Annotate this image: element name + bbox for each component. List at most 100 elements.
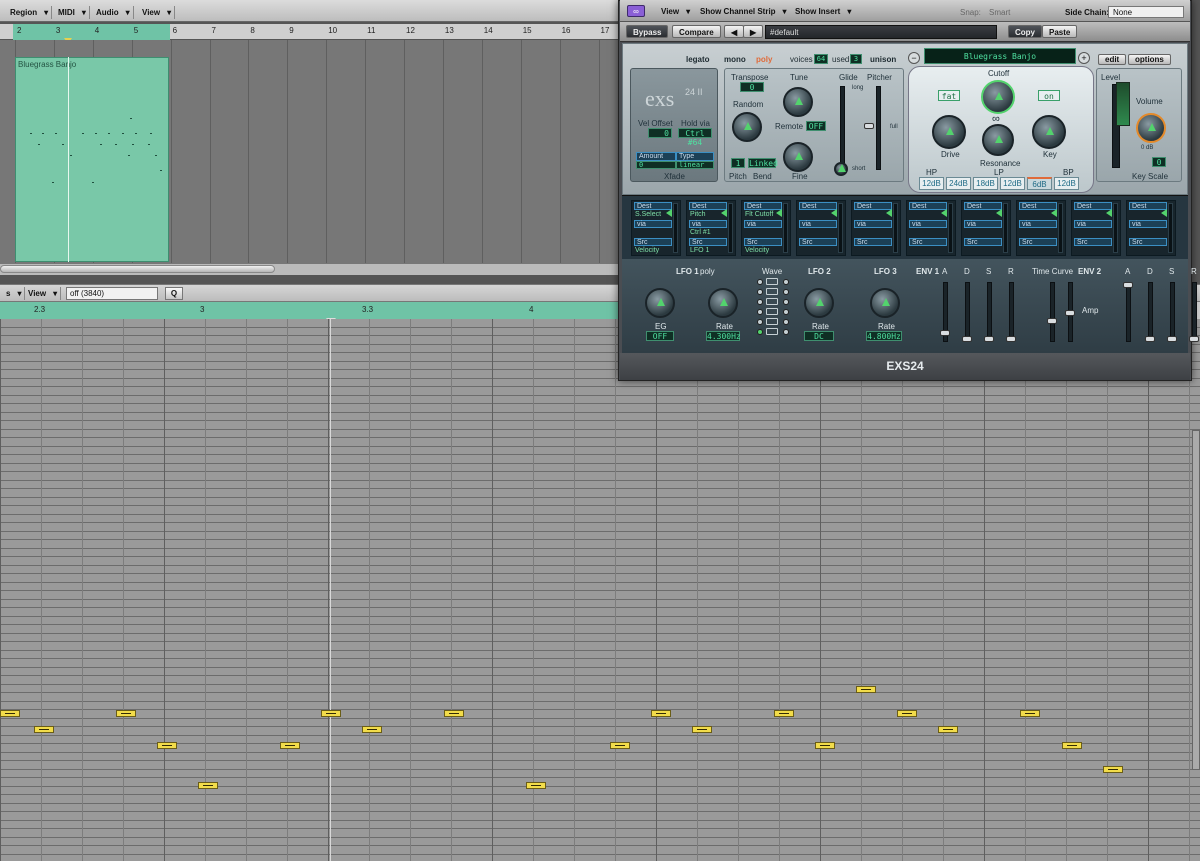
mod-via-select[interactable]: via bbox=[689, 220, 727, 228]
filter-mode-button[interactable]: 24dB bbox=[946, 177, 971, 190]
mod-amount-arrow-icon[interactable] bbox=[1161, 209, 1167, 217]
env-slider[interactable] bbox=[987, 282, 992, 342]
midi-note[interactable] bbox=[0, 710, 20, 717]
wave-select-dot[interactable] bbox=[783, 319, 789, 325]
filter-mode-button[interactable]: 12dB bbox=[1054, 177, 1079, 190]
cycle-region[interactable] bbox=[13, 24, 170, 40]
drive-knob[interactable] bbox=[932, 115, 966, 149]
link-icon[interactable]: ∞ bbox=[627, 5, 645, 17]
mod-amount-slider[interactable] bbox=[673, 203, 678, 253]
mod-via-select[interactable]: via bbox=[744, 220, 782, 228]
env-slider-handle[interactable] bbox=[940, 330, 950, 336]
env-slider-handle[interactable] bbox=[1167, 336, 1177, 342]
env-slider[interactable] bbox=[1148, 282, 1153, 342]
env-slider-handle[interactable] bbox=[984, 336, 994, 342]
show-channel-strip-menu[interactable]: Show Channel Strip bbox=[695, 5, 789, 18]
mod-via-select[interactable]: via bbox=[799, 220, 837, 228]
options-button[interactable]: options bbox=[1128, 54, 1171, 65]
midi-note[interactable] bbox=[1062, 742, 1082, 749]
midi-note[interactable] bbox=[198, 782, 218, 789]
hold-via-value[interactable]: Ctrl #64 bbox=[678, 128, 712, 147]
wave-select-dot[interactable] bbox=[757, 319, 763, 325]
mod-amount-arrow-icon[interactable] bbox=[1106, 209, 1112, 217]
filter-mode-button[interactable]: 18dB bbox=[973, 177, 998, 190]
time-curve-slider[interactable] bbox=[1050, 282, 1055, 342]
mod-via-select[interactable]: via bbox=[634, 220, 672, 228]
env-slider-handle[interactable] bbox=[1145, 336, 1155, 342]
midi-note[interactable] bbox=[280, 742, 300, 749]
midi-note[interactable] bbox=[362, 726, 382, 733]
legato-button[interactable]: legato bbox=[686, 55, 710, 64]
env-slider-handle[interactable] bbox=[1189, 336, 1199, 342]
midi-note[interactable] bbox=[651, 710, 671, 717]
mod-amount-arrow-icon[interactable] bbox=[996, 209, 1002, 217]
midi-note[interactable] bbox=[938, 726, 958, 733]
wave-select-dot[interactable] bbox=[757, 329, 763, 335]
side-chain-select[interactable]: None bbox=[1108, 6, 1184, 18]
wave-select-dot[interactable] bbox=[757, 309, 763, 315]
mono-button[interactable]: mono bbox=[724, 55, 746, 64]
lfo1-rate-knob[interactable] bbox=[708, 288, 738, 318]
mod-amount-slider[interactable] bbox=[1058, 203, 1063, 253]
lfo2-rate-value[interactable]: DC bbox=[804, 331, 834, 341]
mod-amount-arrow-icon[interactable] bbox=[776, 209, 782, 217]
mod-via-select[interactable]: via bbox=[1129, 220, 1167, 228]
env-slider-handle[interactable] bbox=[962, 336, 972, 342]
lfo3-rate-value[interactable]: 4.800Hz bbox=[866, 331, 902, 341]
env-slider[interactable] bbox=[1192, 282, 1197, 342]
midi-note[interactable] bbox=[526, 782, 546, 789]
quantize-select[interactable]: off (3840) bbox=[66, 287, 158, 300]
xfade-type-value[interactable]: linear bbox=[676, 161, 714, 169]
resonance-knob[interactable] bbox=[982, 124, 1014, 156]
mod-via-select[interactable]: via bbox=[1074, 220, 1112, 228]
midi-note[interactable] bbox=[692, 726, 712, 733]
filter-mode-button[interactable]: 12dB bbox=[919, 177, 944, 190]
snap-value[interactable]: Smart bbox=[989, 8, 1010, 17]
key-knob[interactable] bbox=[1032, 115, 1066, 149]
mod-amount-slider[interactable] bbox=[893, 203, 898, 253]
mod-amount-slider[interactable] bbox=[838, 203, 843, 253]
bypass-button[interactable]: Bypass bbox=[626, 25, 669, 38]
mod-src-select[interactable]: Src bbox=[854, 238, 892, 246]
midi-note[interactable] bbox=[856, 686, 876, 693]
pitcher-handle[interactable] bbox=[864, 123, 874, 129]
amp-slider-handle[interactable] bbox=[1065, 310, 1075, 316]
midi-note[interactable] bbox=[116, 710, 136, 717]
mod-via-select[interactable]: via bbox=[909, 220, 947, 228]
unison-button[interactable]: unison bbox=[870, 55, 896, 64]
instrument-name-display[interactable]: Bluegrass Banjo bbox=[924, 48, 1076, 64]
volume-knob[interactable] bbox=[1136, 113, 1166, 143]
vel-offset-value[interactable]: 0 bbox=[648, 128, 672, 138]
lfo1-eg-knob[interactable] bbox=[645, 288, 675, 318]
xfade-amount[interactable]: Amount bbox=[636, 152, 676, 161]
view-menu[interactable]: View bbox=[136, 6, 176, 19]
level-handle[interactable] bbox=[1116, 82, 1130, 126]
env-slider[interactable] bbox=[1170, 282, 1175, 342]
arrange-scroll-thumb[interactable] bbox=[0, 265, 275, 273]
paste-button[interactable]: Paste bbox=[1042, 25, 1078, 38]
mod-via-select[interactable]: via bbox=[1019, 220, 1057, 228]
mod-src-select[interactable]: Src bbox=[689, 238, 727, 246]
prev-preset-button[interactable]: ◀ bbox=[724, 25, 745, 38]
mod-amount-arrow-icon[interactable] bbox=[941, 209, 947, 217]
quantize-button[interactable]: Q bbox=[165, 287, 183, 300]
midi-note[interactable] bbox=[157, 742, 177, 749]
env-slider-handle[interactable] bbox=[1006, 336, 1016, 342]
next-preset-button[interactable]: ▶ bbox=[743, 25, 764, 38]
mod-amount-slider[interactable] bbox=[1168, 203, 1173, 253]
mod-amount-arrow-icon[interactable] bbox=[1051, 209, 1057, 217]
wave-select-dot[interactable] bbox=[757, 279, 763, 285]
midi-note[interactable] bbox=[1020, 710, 1040, 717]
midi-note[interactable] bbox=[774, 710, 794, 717]
mod-amount-arrow-icon[interactable] bbox=[831, 209, 837, 217]
audio-menu[interactable]: Audio bbox=[90, 6, 134, 19]
lfo1-rate-value[interactable]: 4.300Hz bbox=[706, 331, 741, 341]
pitch-bend-down-value[interactable]: 1 bbox=[731, 158, 745, 168]
plugin-view-menu[interactable]: View bbox=[656, 5, 692, 18]
mod-src-select[interactable]: Src bbox=[1019, 238, 1057, 246]
next-instrument-icon[interactable]: + bbox=[1078, 52, 1090, 64]
midi-region[interactable] bbox=[15, 57, 169, 262]
xfade-type[interactable]: Type bbox=[676, 152, 714, 161]
midi-menu[interactable]: MIDI bbox=[52, 6, 90, 19]
mod-src-select[interactable]: Src bbox=[964, 238, 1002, 246]
